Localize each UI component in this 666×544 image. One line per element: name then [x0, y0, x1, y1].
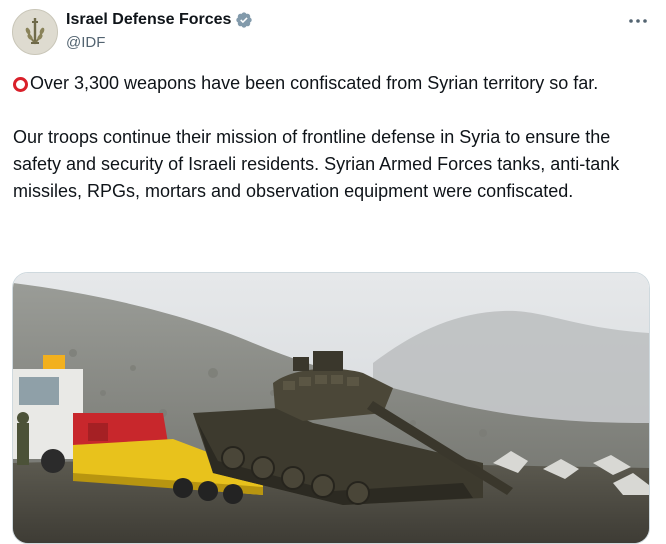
- red-hollow-circle-icon: [13, 77, 28, 92]
- more-dots-icon: [629, 19, 647, 23]
- tweet-paragraph-1-text: Over 3,300 weapons have been confiscated…: [30, 73, 599, 93]
- tweet-paragraph-1: Over 3,300 weapons have been confiscated…: [13, 70, 643, 97]
- avatar[interactable]: [12, 9, 58, 55]
- author-display-name[interactable]: Israel Defense Forces: [66, 10, 231, 30]
- more-options-button[interactable]: [626, 10, 650, 32]
- tweet-media-photo[interactable]: [12, 272, 650, 544]
- idf-emblem-icon: [13, 10, 57, 54]
- tank-on-trailer-photo: [13, 273, 649, 543]
- tweet-text: Over 3,300 weapons have been confiscated…: [13, 70, 643, 205]
- author-name-row: Israel Defense Forces: [66, 10, 253, 30]
- author-handle[interactable]: @IDF: [66, 33, 105, 53]
- verified-badge-icon[interactable]: [235, 11, 253, 29]
- tweet-paragraph-2: Our troops continue their mission of fro…: [13, 127, 620, 201]
